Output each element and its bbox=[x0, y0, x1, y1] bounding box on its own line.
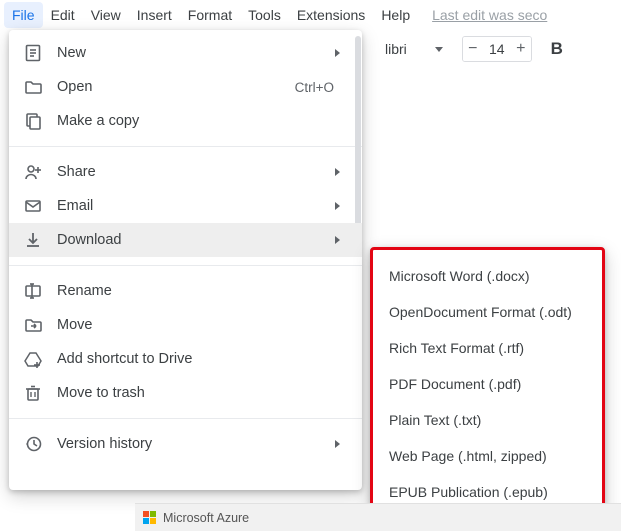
menu-item-new[interactable]: New bbox=[9, 36, 362, 70]
menu-item-label: Email bbox=[57, 198, 335, 214]
menu-view[interactable]: View bbox=[83, 2, 129, 28]
menu-file[interactable]: File bbox=[4, 2, 43, 28]
bold-button[interactable]: B bbox=[544, 36, 570, 62]
menu-item-open[interactable]: Open Ctrl+O bbox=[9, 70, 362, 104]
drive-plus-icon bbox=[23, 349, 43, 369]
menu-item-label: Open bbox=[57, 79, 295, 95]
menu-item-label: Share bbox=[57, 164, 335, 180]
folder-icon bbox=[23, 77, 43, 97]
taskbar-app-label[interactable]: Microsoft Azure bbox=[163, 511, 249, 525]
person-plus-icon bbox=[23, 162, 43, 182]
menu-item-move[interactable]: Move bbox=[9, 308, 362, 342]
chevron-right-icon bbox=[335, 49, 340, 57]
menu-item-rename[interactable]: Rename bbox=[9, 274, 362, 308]
menu-item-label: Rename bbox=[57, 283, 346, 299]
menu-item-label: Make a copy bbox=[57, 113, 346, 129]
move-icon bbox=[23, 315, 43, 335]
font-name-dropdown[interactable]: libri bbox=[376, 36, 452, 62]
chevron-right-icon bbox=[335, 440, 340, 448]
menu-item-label: New bbox=[57, 45, 335, 61]
last-edit-link[interactable]: Last edit was seco bbox=[432, 7, 547, 23]
menu-item-download[interactable]: Download bbox=[9, 223, 362, 257]
menu-item-move-to-trash[interactable]: Move to trash bbox=[9, 376, 362, 410]
menu-format[interactable]: Format bbox=[180, 2, 240, 28]
menubar: File Edit View Insert Format Tools Exten… bbox=[0, 0, 621, 30]
menu-edit[interactable]: Edit bbox=[43, 2, 83, 28]
menu-separator bbox=[9, 146, 362, 147]
menu-item-shortcut: Ctrl+O bbox=[295, 80, 334, 95]
font-size-increase[interactable]: + bbox=[511, 37, 531, 61]
font-name-value: libri bbox=[385, 41, 407, 57]
menu-item-label: Move bbox=[57, 317, 346, 333]
download-rtf[interactable]: Rich Text Format (.rtf) bbox=[373, 330, 602, 366]
menu-item-email[interactable]: Email bbox=[9, 189, 362, 223]
menu-help[interactable]: Help bbox=[373, 2, 418, 28]
download-txt[interactable]: Plain Text (.txt) bbox=[373, 402, 602, 438]
menu-item-make-a-copy[interactable]: Make a copy bbox=[9, 104, 362, 138]
menu-separator bbox=[9, 265, 362, 266]
font-size-value[interactable]: 14 bbox=[483, 41, 511, 57]
menu-separator bbox=[9, 418, 362, 419]
download-docx[interactable]: Microsoft Word (.docx) bbox=[373, 258, 602, 294]
trash-icon bbox=[23, 383, 43, 403]
download-submenu: Microsoft Word (.docx) OpenDocument Form… bbox=[370, 247, 605, 521]
font-size-stepper: − 14 + bbox=[462, 36, 532, 62]
menu-item-label: Add shortcut to Drive bbox=[57, 351, 346, 367]
mail-icon bbox=[23, 196, 43, 216]
menu-insert[interactable]: Insert bbox=[129, 2, 180, 28]
menu-item-share[interactable]: Share bbox=[9, 155, 362, 189]
menu-item-label: Version history bbox=[57, 436, 335, 452]
chevron-right-icon bbox=[335, 236, 340, 244]
menu-item-label: Download bbox=[57, 232, 335, 248]
chevron-right-icon bbox=[335, 168, 340, 176]
history-icon bbox=[23, 434, 43, 454]
file-menu-dropdown: New Open Ctrl+O Make a copy Share Email … bbox=[9, 30, 362, 490]
microsoft-logo-icon bbox=[143, 511, 157, 525]
menu-extensions[interactable]: Extensions bbox=[289, 2, 373, 28]
taskbar: Microsoft Azure bbox=[135, 503, 621, 531]
download-odt[interactable]: OpenDocument Format (.odt) bbox=[373, 294, 602, 330]
font-size-decrease[interactable]: − bbox=[463, 37, 483, 61]
download-html[interactable]: Web Page (.html, zipped) bbox=[373, 438, 602, 474]
chevron-down-icon bbox=[435, 47, 443, 52]
doc-plus-icon bbox=[23, 43, 43, 63]
download-pdf[interactable]: PDF Document (.pdf) bbox=[373, 366, 602, 402]
menu-tools[interactable]: Tools bbox=[240, 2, 289, 28]
download-icon bbox=[23, 230, 43, 250]
chevron-right-icon bbox=[335, 202, 340, 210]
menu-item-label: Move to trash bbox=[57, 385, 346, 401]
copy-icon bbox=[23, 111, 43, 131]
rename-icon bbox=[23, 281, 43, 301]
menu-item-version-history[interactable]: Version history bbox=[9, 427, 362, 461]
menu-item-add-shortcut[interactable]: Add shortcut to Drive bbox=[9, 342, 362, 376]
